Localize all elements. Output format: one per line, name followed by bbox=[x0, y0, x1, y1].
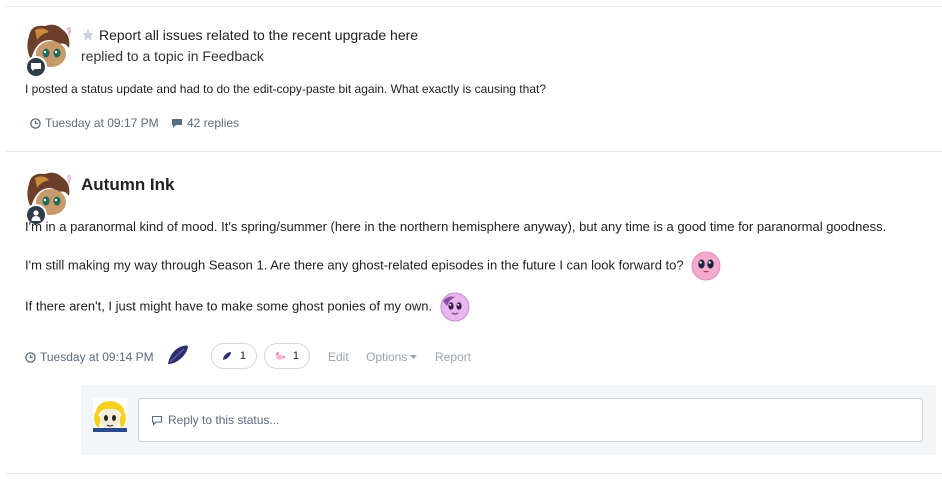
feed-item-avatar[interactable] bbox=[25, 22, 73, 78]
comment-badge-icon bbox=[25, 56, 47, 78]
top-divider bbox=[6, 6, 942, 7]
clock-icon bbox=[25, 351, 36, 363]
status-author-avatar[interactable] bbox=[25, 170, 73, 226]
comment-outline-icon bbox=[151, 415, 163, 426]
comment-icon bbox=[172, 118, 182, 128]
reaction-feather[interactable]: 1 bbox=[211, 343, 257, 369]
react-feather-icon[interactable] bbox=[166, 344, 190, 366]
pony-icon bbox=[275, 352, 285, 360]
status-text-line-3-row: If there aren't, I just might have to ma… bbox=[25, 292, 470, 322]
edit-button[interactable]: Edit bbox=[328, 350, 349, 364]
status-time-text: Tuesday at 09:14 PM bbox=[40, 350, 154, 364]
status-time[interactable]: Tuesday at 09:14 PM bbox=[25, 350, 154, 364]
topic-title-row: Report all issues related to the recent … bbox=[81, 27, 418, 43]
feed-item-replies-text: 42 replies bbox=[187, 116, 240, 130]
feed-item-time[interactable]: Tuesday at 09:17 PM bbox=[30, 116, 159, 130]
reaction-pony[interactable]: 1 bbox=[264, 343, 310, 369]
reply-input[interactable]: Reply to this status... bbox=[138, 398, 923, 442]
divider bbox=[6, 151, 942, 152]
topic-title-link[interactable]: Report all issues related to the recent … bbox=[99, 27, 418, 43]
status-text-line-1: I'm in a paranormal kind of mood. It's s… bbox=[25, 219, 887, 234]
star-icon[interactable] bbox=[81, 28, 95, 42]
reaction-count: 1 bbox=[292, 350, 299, 362]
clock-icon bbox=[30, 117, 41, 129]
reply-placeholder: Reply to this status... bbox=[168, 413, 280, 427]
reaction-count: 1 bbox=[239, 350, 246, 362]
activity-action-text: replied to a topic in Feedback bbox=[81, 48, 264, 64]
status-text-line-3: If there aren't, I just might have to ma… bbox=[25, 298, 433, 314]
report-button[interactable]: Report bbox=[435, 350, 471, 364]
divider bbox=[6, 473, 942, 474]
current-user-avatar[interactable] bbox=[93, 398, 127, 432]
topic-excerpt: I posted a status update and had to do t… bbox=[25, 82, 546, 96]
options-label: Options bbox=[366, 350, 408, 364]
caret-down-icon bbox=[410, 354, 418, 359]
feather-icon bbox=[222, 352, 232, 360]
options-menu-button[interactable]: Options bbox=[366, 350, 418, 364]
feed-item-replies[interactable]: 42 replies bbox=[171, 116, 239, 130]
feed-item-time-text: Tuesday at 09:17 PM bbox=[45, 116, 159, 130]
status-author-name[interactable]: Autumn Ink bbox=[81, 175, 175, 195]
status-text-line-2-row: I'm still making my way through Season 1… bbox=[25, 251, 721, 281]
status-text-line-2: I'm still making my way through Season 1… bbox=[25, 257, 684, 273]
ghost-pony-emoticon-icon bbox=[440, 292, 470, 322]
pony-emoticon-icon bbox=[691, 251, 721, 281]
